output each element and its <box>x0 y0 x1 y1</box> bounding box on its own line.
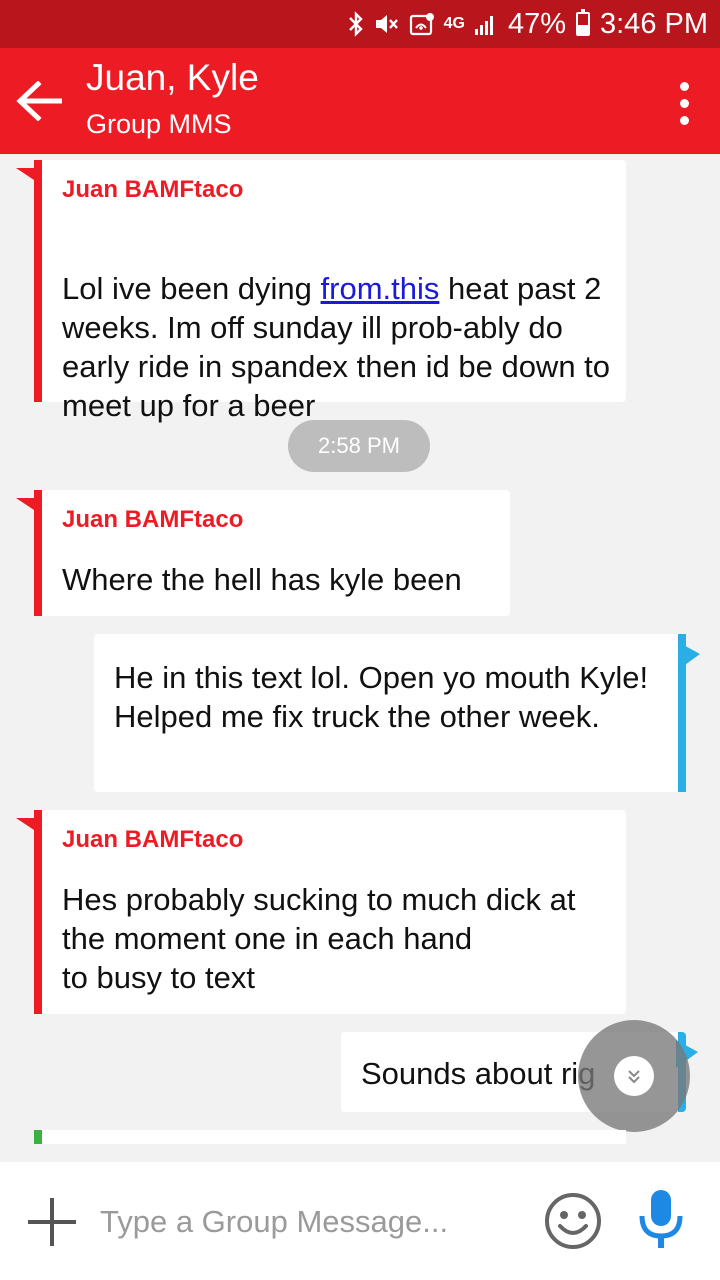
scroll-inner <box>614 1056 654 1096</box>
battery-icon <box>576 9 590 36</box>
incoming-flag <box>16 168 34 180</box>
message-bubble-incoming[interactable]: Juan BAMFtaco Lol ive been dying from.th… <box>16 160 626 423</box>
conversation-titles: Juan, Kyle Group MMS <box>86 56 259 144</box>
message-link[interactable]: from.this <box>321 271 440 306</box>
incoming-flag <box>16 498 34 510</box>
message-text-part: Lol ive been dying <box>62 271 321 306</box>
bluetooth-icon <box>348 11 363 37</box>
composer-bar <box>0 1162 720 1280</box>
conversation-title: Juan, Kyle <box>86 57 259 98</box>
emoji-icon[interactable] <box>544 1192 602 1250</box>
status-time: 3:46 PM <box>600 7 708 40</box>
message-bubble-outgoing[interactable]: He in this text lol. Open yo mouth Kyle!… <box>94 634 700 792</box>
message-text: He in this text lol. Open yo mouth Kyle!… <box>114 660 649 734</box>
network-type: 4G <box>443 15 465 32</box>
dot-icon <box>679 81 689 91</box>
message-sender: Juan BAMFtaco <box>62 506 244 533</box>
signal-icon <box>474 16 493 35</box>
incoming-flag <box>16 818 34 830</box>
message-bubble-partial <box>42 1130 626 1144</box>
incoming-accent-bar-partial <box>34 1130 42 1144</box>
message-input[interactable] <box>100 1196 520 1248</box>
message-bubble-incoming[interactable]: Juan BAMFtaco Where the hell has kyle be… <box>16 490 510 616</box>
scroll-to-bottom-button[interactable] <box>578 1020 690 1132</box>
wifi-calling-icon <box>409 13 434 36</box>
dot-icon <box>679 115 689 125</box>
microphone-icon[interactable] <box>636 1188 686 1254</box>
dot-icon <box>679 98 689 108</box>
message-text: Where the hell has kyle been <box>62 562 462 597</box>
message-text: Hes probably sucking to much dick at the… <box>62 882 576 995</box>
double-chevron-down-icon <box>628 1070 640 1084</box>
incoming-accent-bar <box>34 810 42 1014</box>
status-bar: 4G 47% 3:46 PM <box>0 0 720 48</box>
message-text: Lol ive been dying from.this heat past 2… <box>62 230 618 425</box>
status-right: 4G 47% 3:46 PM <box>347 0 708 48</box>
conversation-subtitle: Group MMS <box>86 109 232 139</box>
timestamp-chip: 2:58 PM <box>288 420 430 472</box>
message-bubble-incoming[interactable]: Juan BAMFtaco Hes probably sucking to mu… <box>16 810 626 1014</box>
back-button[interactable] <box>12 74 66 128</box>
attach-plus-button[interactable] <box>28 1198 76 1246</box>
message-text: Sounds about rig <box>361 1056 596 1091</box>
battery-percent: 47% <box>507 7 566 40</box>
message-sender: Juan BAMFtaco <box>62 176 244 203</box>
app-bar: Juan, Kyle Group MMS <box>0 48 720 154</box>
incoming-accent-bar <box>34 490 42 616</box>
arrow-back-icon <box>16 81 62 121</box>
outgoing-flag <box>678 642 700 670</box>
message-sender: Juan BAMFtaco <box>62 826 244 853</box>
status-icons: 4G <box>347 11 498 37</box>
incoming-accent-bar <box>34 160 42 402</box>
overflow-menu-button[interactable] <box>664 78 704 128</box>
mute-icon <box>375 15 398 33</box>
